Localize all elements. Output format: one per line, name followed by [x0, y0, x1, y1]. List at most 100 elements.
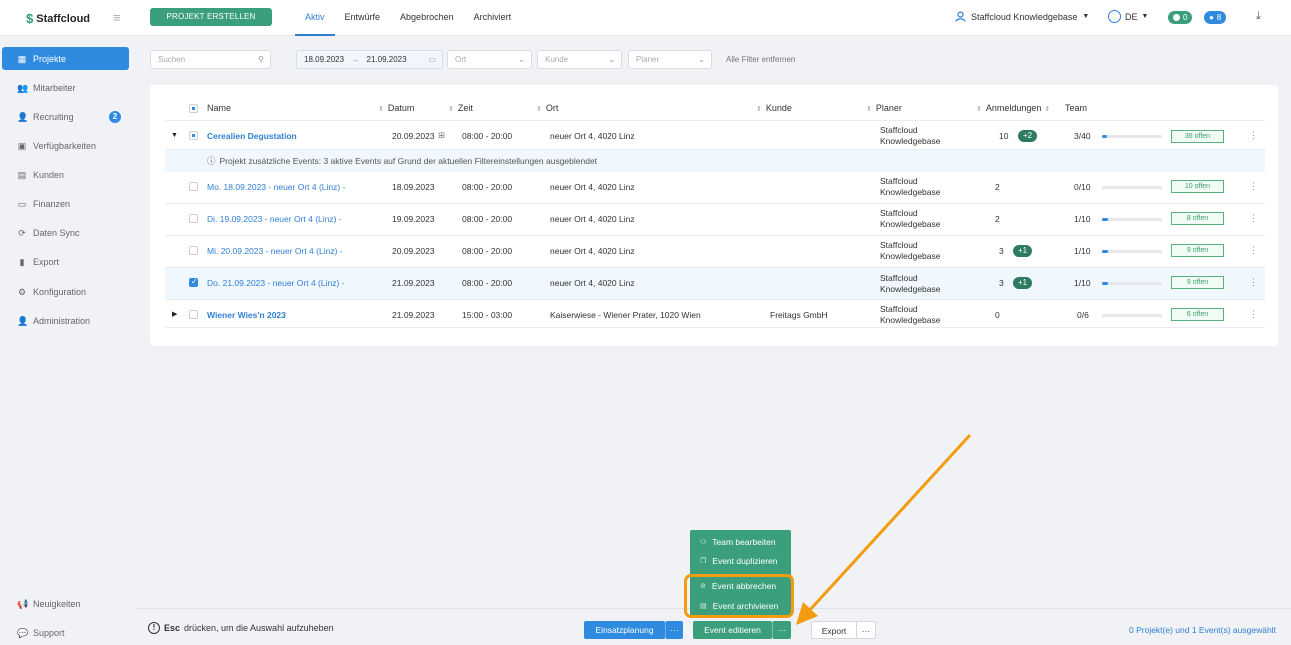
team-icon: ⚇: [700, 539, 707, 546]
sidebar-item-recruiting[interactable]: 👤 Recruiting 2: [2, 105, 129, 128]
notification-pill[interactable]: ● 8: [1204, 11, 1227, 24]
status-pill-green[interactable]: 0: [1168, 11, 1193, 24]
open-slots-badge[interactable]: 8 offen: [1171, 212, 1224, 225]
col-header-label: Planer: [875, 103, 902, 113]
row-menu-icon[interactable]: ⋮: [1249, 213, 1258, 224]
col-header-name[interactable]: Name: [207, 97, 231, 119]
sidebar-item-neuigkeiten[interactable]: 📢 Neuigkeiten: [2, 592, 129, 615]
esc-hint: ! Esc drücken, um die Auswahl aufzuheben: [148, 622, 334, 634]
row-menu-icon[interactable]: ⋮: [1249, 181, 1258, 192]
row-checkbox[interactable]: [189, 277, 198, 287]
sidebar-item-daten-sync[interactable]: ⟳ Daten Sync: [2, 221, 129, 244]
event-name-link[interactable]: Do. 21.09.2023 - neuer Ort 4 (Linz) -: [207, 278, 345, 288]
ort-placeholder: Ort: [455, 55, 467, 64]
export-button[interactable]: Export: [811, 621, 857, 639]
event-name-link[interactable]: Mi. 20.09.2023 - neuer Ort 4 (Linz) -: [207, 246, 343, 256]
open-slots-badge[interactable]: 6 offen: [1171, 308, 1224, 321]
col-header-label: Ort: [545, 103, 559, 113]
row-zeit: 08:00 - 20:00: [462, 131, 513, 141]
row-menu-icon[interactable]: ⋮: [1249, 245, 1258, 256]
team-progress-bar: [1102, 282, 1162, 285]
date-to: 21.09.2023: [366, 55, 407, 64]
einsatzplanung-button[interactable]: Einsatzplanung: [584, 621, 665, 639]
event-name-link[interactable]: Mo. 18.09.2023 - neuer Ort 4 (Linz) -: [207, 182, 345, 192]
expand-caret-icon[interactable]: ▶: [172, 310, 177, 318]
col-header-ort[interactable]: ⬍ Ort: [536, 97, 558, 119]
row-checkbox[interactable]: [189, 310, 198, 319]
col-header-label: Zeit: [457, 103, 473, 113]
row-planer: Staffcloud Knowledgebase: [880, 208, 941, 230]
menu-toggle-icon[interactable]: ≡: [113, 10, 125, 25]
new-registrations-badge[interactable]: +2: [1018, 130, 1038, 142]
kunde-select[interactable]: Kunde ⌄: [537, 50, 622, 69]
language-selector[interactable]: DE ▼: [1108, 10, 1148, 23]
row-menu-icon[interactable]: ⋮: [1249, 130, 1258, 141]
sidebar-item-support[interactable]: 💬 Support: [2, 621, 129, 644]
search-input[interactable]: Suchen ⚲: [150, 50, 271, 69]
col-header-anmeldungen[interactable]: ⬍ Anmeldungen ⬍: [976, 97, 1054, 119]
col-header-datum[interactable]: ⬍ Datum: [378, 97, 414, 119]
col-header-kunde[interactable]: ⬍ Kunde: [756, 97, 792, 119]
team-progress-bar: [1102, 186, 1162, 189]
row-checkbox[interactable]: [189, 182, 198, 191]
open-slots-badge[interactable]: 9 offen: [1171, 276, 1224, 289]
event-edit-more-button[interactable]: ···: [772, 621, 791, 639]
collapse-caret-icon[interactable]: ▼: [171, 132, 178, 139]
date-range-picker[interactable]: 18.09.2023 → 21.09.2023 ▭: [296, 50, 443, 69]
open-slots-badge[interactable]: 9 offen: [1171, 244, 1224, 257]
row-checkbox[interactable]: [189, 214, 198, 223]
col-header-zeit[interactable]: ⬍ Zeit: [448, 97, 473, 119]
download-icon[interactable]: ⤓: [1256, 10, 1261, 23]
project-name-link[interactable]: Wiener Wies'n 2023: [207, 310, 286, 320]
project-name-link[interactable]: Cerealien Degustation: [207, 131, 297, 141]
ort-select[interactable]: Ort ⌄: [447, 50, 532, 69]
new-registrations-badge[interactable]: +1: [1013, 277, 1033, 289]
col-header-planer[interactable]: ⬍ Planer: [866, 97, 902, 119]
user-menu[interactable]: Staffcloud Knowledgebase ▼: [955, 11, 1089, 22]
sidebar-item-export[interactable]: ▮ Export: [2, 250, 129, 273]
einsatzplanung-more-button[interactable]: ···: [665, 621, 683, 639]
tab-archiviert[interactable]: Archiviert: [464, 0, 522, 36]
row-divider: [165, 327, 1265, 328]
clear-filters-link[interactable]: Alle Filter entfernen: [726, 50, 795, 69]
hidden-events-info: ⓘ Projekt zusätzliche Events: 3 aktive Ev…: [165, 150, 1265, 172]
planer-select[interactable]: Planer ⌄: [628, 50, 712, 69]
menu-item-event-duplizieren[interactable]: ❐ Event duplizieren: [700, 556, 778, 566]
status-tabs: Aktiv Entwürfe Abgebrochen Archiviert: [295, 0, 521, 36]
open-slots-badge[interactable]: 10 offen: [1171, 180, 1224, 193]
sidebar-item-konfiguration[interactable]: ⚙ Konfiguration: [2, 280, 129, 303]
row-checkbox[interactable]: [189, 246, 198, 255]
app-logo[interactable]: $ Staffcloud: [26, 11, 90, 26]
tab-entwuerfe[interactable]: Entwürfe: [335, 0, 391, 36]
create-project-button[interactable]: PROJEKT ERSTELLEN: [150, 8, 272, 26]
tab-abgebrochen[interactable]: Abgebrochen: [390, 0, 464, 36]
menu-item-team-bearbeiten[interactable]: ⚇ Team bearbeiten: [700, 537, 776, 547]
sidebar-item-administration[interactable]: 👤 Administration: [2, 309, 129, 332]
event-edit-button[interactable]: Event editieren: [693, 621, 772, 639]
sidebar-item-finanzen[interactable]: ▭ Finanzen: [2, 192, 129, 215]
export-more-button[interactable]: ···: [856, 621, 876, 639]
sidebar-item-mitarbeiter[interactable]: 👥 Mitarbeiter: [2, 76, 129, 99]
select-all-checkbox[interactable]: [189, 104, 198, 113]
tab-aktiv[interactable]: Aktiv: [295, 0, 335, 36]
copy-icon: ❐: [700, 558, 707, 565]
expand-date-icon[interactable]: ⊞: [438, 130, 445, 141]
sidebar-item-verfuegbarkeiten[interactable]: ▣ Verfügbarkeiten: [2, 134, 129, 157]
planer-line: Staffcloud: [880, 240, 918, 250]
row-divider: [165, 235, 1265, 236]
sidebar-item-kunden[interactable]: ▤ Kunden: [2, 163, 129, 186]
row-datum: 20.09.2023: [392, 246, 435, 256]
row-checkbox[interactable]: [189, 131, 198, 140]
new-registrations-badge[interactable]: +1: [1013, 245, 1033, 257]
row-menu-icon[interactable]: ⋮: [1249, 309, 1258, 320]
user-name: Staffcloud Knowledgebase: [971, 11, 1078, 22]
event-name-link[interactable]: Di. 19.09.2023 - neuer Ort 4 (Linz) -: [207, 214, 342, 224]
row-zeit: 15:00 - 03:00: [462, 310, 513, 320]
row-menu-icon[interactable]: ⋮: [1249, 277, 1258, 288]
gear-icon: ⚙: [17, 286, 27, 297]
open-slots-badge[interactable]: 36 offen: [1171, 130, 1224, 143]
row-anmeldungen: 2: [995, 214, 1000, 224]
col-header-label: Datum: [387, 103, 415, 113]
col-header-team[interactable]: Team: [1065, 97, 1087, 119]
sidebar-item-projekte[interactable]: ▦ Projekte: [2, 47, 129, 70]
